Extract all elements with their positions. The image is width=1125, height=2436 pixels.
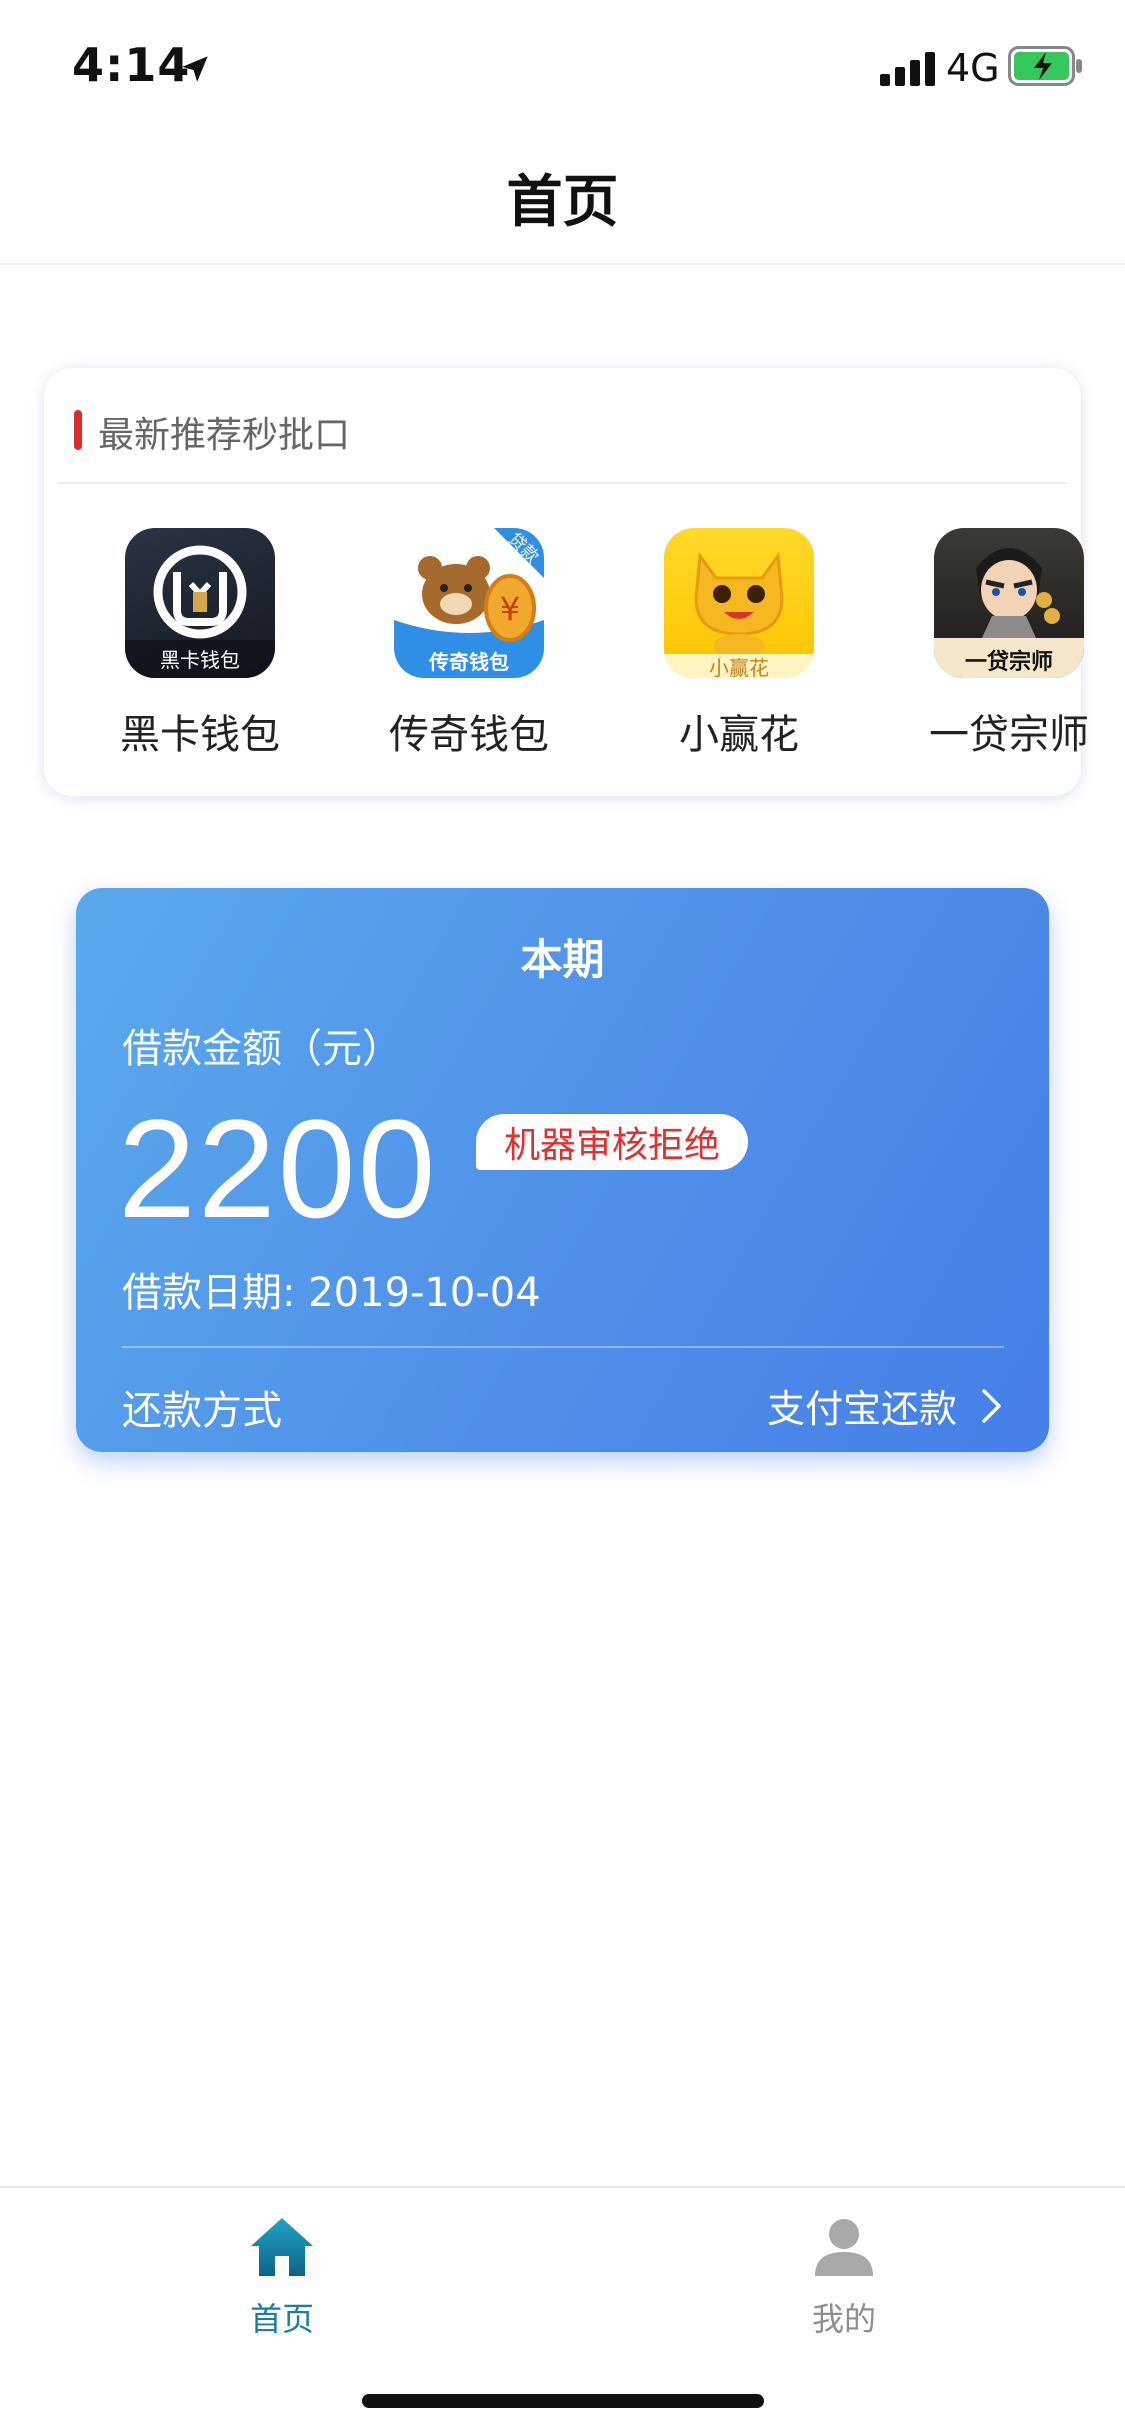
- app-item-chuanqi[interactable]: ¥ 贷款 传奇钱包 传奇钱包: [359, 528, 579, 760]
- status-time: 4:14: [72, 38, 191, 92]
- black-card-wallet-icon: 黑卡钱包: [125, 528, 275, 678]
- status-bar: 4:14 4G: [0, 0, 1125, 132]
- loan-date: 借款日期: 2019-10-04: [122, 1270, 541, 1316]
- recommend-card: 最新推荐秒批口 黑卡钱包 黑卡钱包 ¥ 贷款 传奇钱包 传奇钱包 小赢花 小赢花…: [44, 368, 1089, 796]
- loan-period-title: 本期: [520, 935, 605, 984]
- recommend-header: 最新推荐秒批口: [58, 368, 1067, 484]
- app-item-xiaoying[interactable]: 小赢花 小赢花: [629, 528, 849, 760]
- repay-method-value: 支付宝还款: [766, 1387, 957, 1431]
- navigation-bar: 首页: [0, 132, 1125, 265]
- app-item-heika[interactable]: 黑卡钱包 黑卡钱包: [90, 528, 310, 760]
- screen: 4:14 4G 首页 最新推荐秒批口 黑卡钱包 黑卡钱包 ¥ 贷款 传奇钱包 传…: [0, 0, 1125, 2436]
- home-icon: [251, 2218, 313, 2276]
- home-indicator[interactable]: [362, 2394, 764, 2408]
- chevron-right-icon: [982, 1388, 1001, 1423]
- tab-mine[interactable]: 我的: [744, 2214, 944, 2340]
- app-name: 一贷宗师: [929, 712, 1089, 758]
- app-icon-caption: 小赢花: [709, 656, 769, 678]
- repay-method-label: 还款方式: [122, 1388, 282, 1434]
- yellow-cat-icon: 小赢花: [664, 528, 814, 678]
- section-indicator: [74, 410, 82, 450]
- tab-label: 首页: [249, 2300, 314, 2338]
- person-icon: [815, 2219, 873, 2276]
- network-type: 4G: [946, 46, 1000, 90]
- app-name: 黑卡钱包: [120, 712, 280, 758]
- review-status-badge: 机器审核拒绝: [476, 1114, 749, 1170]
- loan-amount-value: 2200: [118, 1090, 438, 1247]
- cellular-signal-icon: [880, 52, 935, 86]
- tab-label: 我的: [811, 2300, 876, 2338]
- app-name: 小赢花: [679, 712, 799, 758]
- battery-charging-icon: [1008, 46, 1082, 86]
- app-item-yidai[interactable]: 一贷宗师 一贷宗师: [899, 528, 1119, 760]
- kungfu-master-icon: 一贷宗师: [934, 528, 1084, 678]
- app-icon-caption: 一贷宗师: [964, 650, 1053, 675]
- recommend-app-list: 黑卡钱包 黑卡钱包 ¥ 贷款 传奇钱包 传奇钱包 小赢花 小赢花 一贷宗师 一贷…: [44, 528, 1089, 768]
- divider: [122, 1346, 1004, 1348]
- recommend-title: 最新推荐秒批口: [98, 415, 351, 456]
- loan-card: 本期 借款金额（元） 2200 机器审核拒绝 借款日期: 2019-10-04 …: [76, 888, 1049, 1452]
- app-icon-caption: 传奇钱包: [429, 650, 509, 674]
- svg-text:¥: ¥: [500, 590, 520, 628]
- loan-amount-label: 借款金额（元）: [122, 1026, 402, 1072]
- repay-method-selector[interactable]: 支付宝还款: [767, 1378, 1003, 1433]
- bear-coin-icon: ¥ 贷款 传奇钱包: [394, 528, 544, 678]
- page-title: 首页: [506, 170, 619, 235]
- app-name: 传奇钱包: [389, 712, 549, 758]
- tab-home[interactable]: 首页: [182, 2214, 382, 2340]
- location-arrow-icon: [182, 56, 208, 82]
- app-icon-caption: 黑卡钱包: [160, 648, 240, 672]
